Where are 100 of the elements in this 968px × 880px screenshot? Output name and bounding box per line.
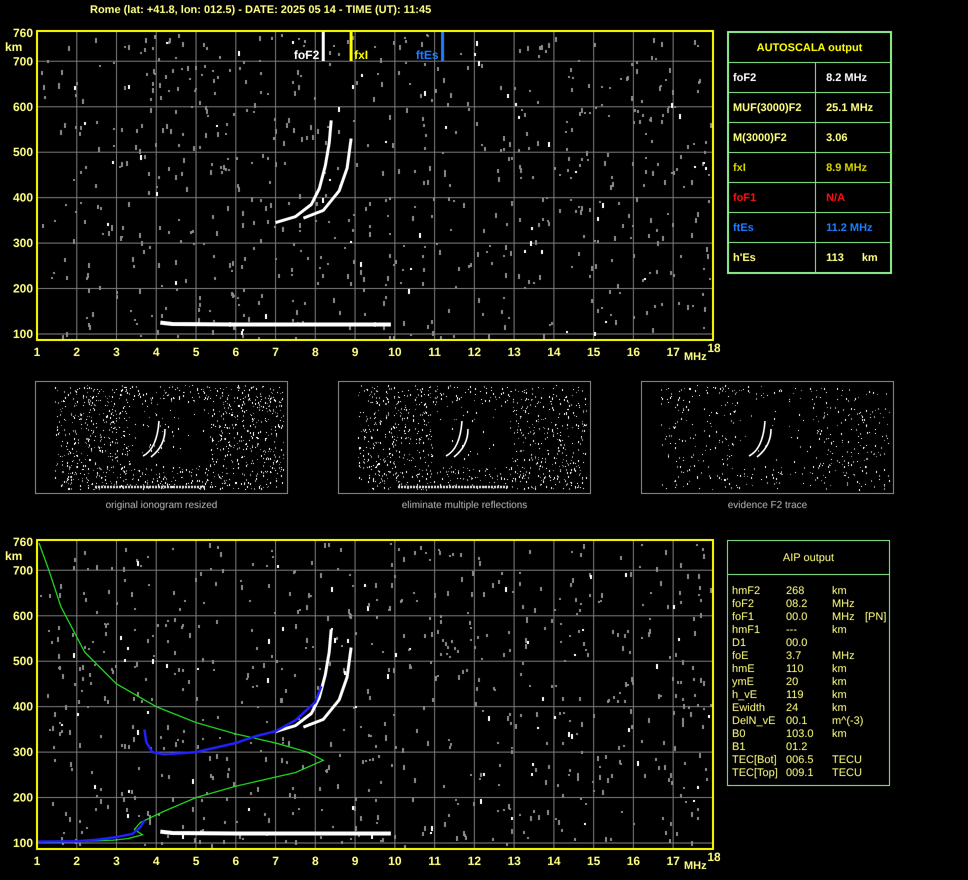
param-value: 01.2 [786,741,808,754]
axis-tick-label: 600 [12,608,33,623]
axis-tick-label: 400 [12,190,33,205]
axis-unit-label: MHz [684,351,707,362]
axis-tick-label: 14 [547,854,561,868]
axis-tick-label: 200 [12,790,33,805]
marker-label: fxI [354,48,368,62]
axis-tick-label: 10 [388,854,402,868]
param-name: DelN_vE [732,715,776,728]
param-name: foE [732,650,750,663]
axis-tick-label: 17 [666,345,680,359]
param-name: D1 [732,637,748,650]
axis-tick-label: 10 [388,345,402,359]
axis-tick-label: 400 [12,700,33,714]
param-name: ymE [732,676,755,689]
param-unit: MHz [832,598,856,611]
marker-label: foF2 [294,48,320,62]
param-name: TEC[Top] [732,767,779,780]
param-name: B0 [732,728,746,741]
param-value: 00.1 [786,715,808,728]
param-name: foF1 [728,182,816,212]
axis-tick-label: 6 [232,854,240,868]
axis-tick-label: 700 [12,563,33,578]
axis-tick-label: 760 [12,535,33,549]
axis-tick-label: 2 [73,854,80,868]
axis-tick-label: 12 [468,854,482,868]
param-value: 3.06 [826,132,848,144]
axis-tick-label: 9 [352,345,358,359]
param-name: MUF(3000)F2 [728,92,816,122]
axis-tick-label: 600 [12,100,33,114]
param-value: 00.0 [786,637,808,650]
axis-unit-label: km [5,549,22,563]
param-name: M(3000)F2 [728,122,816,152]
axis-tick-label: 500 [12,145,33,160]
param-name: B1 [732,741,746,754]
axis-tick-label: 1 [34,854,40,868]
axis-tick-label: 100 [12,836,33,850]
param-name: h_vE [732,689,758,702]
axis-unit-label: MHz [684,860,707,871]
axis-tick-label: 9 [352,854,358,868]
axis-tick-label: 300 [12,236,33,250]
axis-tick-label: 7 [272,854,279,868]
param-value: 25.1 MHz [826,102,874,114]
param-name: hmF1 [732,624,762,637]
axis-tick-label: 13 [507,345,521,359]
param-name: fxI [728,152,816,182]
axis-tick-label: 3 [113,854,120,868]
param-unit: km [832,728,848,741]
param-name: foF2 [728,62,816,92]
panel-title: AIP output [782,552,834,564]
axis-tick-label: 7 [272,345,279,359]
axis-tick-label: 8 [312,345,319,359]
param-value: 8.2 MHz [826,72,868,84]
axis-tick-label: 18 [707,341,720,355]
param-value: N/A [826,192,846,204]
param-unit: km [832,663,848,676]
axis-tick-label: 11 [428,854,441,868]
param-unit: km [832,676,848,689]
param-value: 110 [786,663,805,676]
param-unit: TECU [832,754,863,767]
param-unit: km [832,689,848,702]
param-unit: MHz [832,611,856,624]
param-name: hmF2 [732,585,762,598]
param-unit: TECU [832,767,863,780]
axis-unit-label: km [5,40,22,54]
param-note: [PN] [865,611,888,624]
axis-tick-label: 16 [626,345,640,359]
thumbnail-caption: eliminate multiple reflections [402,499,528,513]
param-unit: km [832,702,848,715]
axis-tick-label: 3 [113,345,120,359]
param-value: 8.9 MHz [826,162,868,174]
axis-tick-label: 700 [12,54,33,68]
param-value: 20 [786,676,800,689]
param-value: 08.2 [786,598,808,611]
thumbnail-caption: evidence F2 trace [728,499,808,513]
axis-tick-label: 11 [428,345,441,359]
param-name: ftEs [728,212,816,242]
marker-label: ftEs [416,48,439,62]
axis-tick-label: 5 [192,854,200,868]
axis-tick-label: 5 [192,345,200,359]
param-value: --- [786,624,798,637]
axis-tick-label: 17 [666,854,680,868]
param-unit: MHz [832,650,856,663]
param-value: 24 [786,702,800,715]
param-value: 113 [826,252,844,264]
param-value: 006.5 [786,754,815,767]
axis-tick-label: 2 [73,345,80,359]
param-value: 009.1 [786,767,815,780]
param-unit: km [832,585,848,598]
param-value: 3.7 [786,650,802,663]
param-unit: m^(-3) [832,715,864,728]
axis-tick-label: 1 [34,345,40,359]
axis-tick-label: 100 [12,327,33,341]
param-value: 00.0 [786,611,808,624]
param-unit: km [862,252,878,264]
param-value: 268 [786,585,806,598]
param-value: 11.2 MHz [826,222,873,234]
station-header: Rome (lat: +41.8, lon: 012.5) - DATE: 2025 05 14 - TIME (UT): 11:45 [90,4,432,16]
param-name: foF2 [732,598,756,611]
axis-tick-label: 500 [12,654,33,668]
